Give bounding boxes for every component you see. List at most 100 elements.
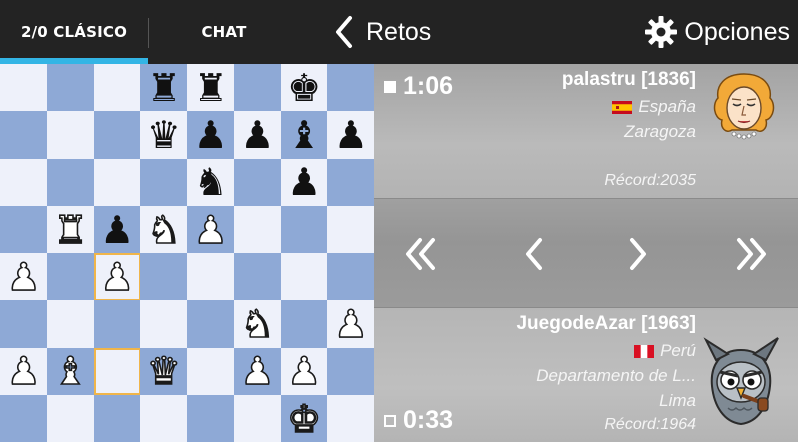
- square-d5[interactable]: ♞: [140, 205, 188, 254]
- square-f4[interactable]: [233, 253, 281, 301]
- tab-game-classic[interactable]: 2/0 CLÁSICO: [0, 0, 148, 64]
- square-h2[interactable]: [327, 347, 374, 396]
- square-c5[interactable]: ♟: [93, 205, 141, 254]
- square-e8[interactable]: ♜: [187, 64, 235, 112]
- square-b8[interactable]: [46, 64, 94, 112]
- square-d3[interactable]: [140, 300, 188, 348]
- square-c1[interactable]: [93, 394, 141, 442]
- square-f3[interactable]: ♞: [233, 300, 281, 348]
- square-f7[interactable]: ♟: [233, 111, 281, 159]
- square-d6[interactable]: [140, 158, 188, 207]
- black-pawn-icon[interactable]: ♟: [334, 116, 368, 154]
- white-bishop-icon[interactable]: ♝: [53, 352, 89, 392]
- black-queen-icon[interactable]: ♛: [147, 116, 181, 154]
- square-a1[interactable]: [0, 394, 48, 442]
- square-a4[interactable]: ♟: [0, 253, 48, 301]
- woman-avatar-icon[interactable]: [704, 68, 784, 148]
- square-a8[interactable]: [0, 64, 48, 112]
- square-g4[interactable]: [280, 253, 328, 301]
- back-button[interactable]: Retos: [326, 8, 431, 56]
- square-e5[interactable]: ♟: [187, 205, 235, 254]
- square-e1[interactable]: [187, 394, 235, 442]
- white-pawn-icon[interactable]: ♟: [6, 352, 42, 392]
- white-pawn-icon[interactable]: ♟: [99, 257, 135, 297]
- black-bishop-icon[interactable]: ♝: [287, 116, 321, 154]
- square-f6[interactable]: [233, 158, 281, 207]
- square-g3[interactable]: [280, 300, 328, 348]
- square-e4[interactable]: [187, 253, 235, 301]
- square-g1[interactable]: ♚: [280, 394, 328, 442]
- square-d1[interactable]: [140, 394, 188, 442]
- last-move-button[interactable]: [722, 229, 782, 279]
- square-b6[interactable]: [46, 158, 94, 207]
- options-button[interactable]: Opciones: [644, 8, 790, 56]
- square-a6[interactable]: [0, 158, 48, 207]
- square-h7[interactable]: ♟: [327, 111, 374, 159]
- square-e7[interactable]: ♟: [187, 111, 235, 159]
- square-c3[interactable]: [93, 300, 141, 348]
- square-g2[interactable]: ♟: [280, 347, 328, 396]
- square-g5[interactable]: [280, 205, 328, 254]
- white-pawn-icon[interactable]: ♟: [6, 257, 42, 297]
- white-knight-icon[interactable]: ♞: [146, 210, 182, 250]
- chess-board[interactable]: ♜ ♜ ♚ ♛ ♟ ♟ ♝ ♟ ♞ ♟ ♜ ♟ ♞ ♟ ♟ ♟ ♞ ♟ ♟ ♝ ♛ ♟ ♟ ♚: [0, 64, 374, 442]
- square-d2[interactable]: ♛: [140, 347, 188, 396]
- square-c6[interactable]: [93, 158, 141, 207]
- black-rook-icon[interactable]: ♜: [147, 69, 181, 107]
- square-h1[interactable]: [327, 394, 374, 442]
- square-d7[interactable]: ♛: [140, 111, 188, 159]
- square-d4[interactable]: [140, 253, 188, 301]
- white-pawn-icon[interactable]: ♟: [240, 352, 276, 392]
- square-a2[interactable]: ♟: [0, 347, 48, 396]
- white-pawn-icon[interactable]: ♟: [333, 304, 369, 344]
- black-pawn-icon[interactable]: ♟: [194, 116, 228, 154]
- square-a3[interactable]: [0, 300, 48, 348]
- square-h3[interactable]: ♟: [327, 300, 374, 348]
- black-pawn-icon[interactable]: ♟: [100, 211, 134, 249]
- square-g8[interactable]: ♚: [280, 64, 328, 112]
- square-g7[interactable]: ♝: [280, 111, 328, 159]
- square-c2[interactable]: [93, 347, 141, 396]
- square-e3[interactable]: [187, 300, 235, 348]
- square-h4[interactable]: [327, 253, 374, 301]
- square-a5[interactable]: [0, 205, 48, 254]
- white-king-icon[interactable]: ♚: [286, 399, 322, 439]
- square-f8[interactable]: [233, 64, 281, 112]
- opponent-name[interactable]: palastru [1836]: [562, 69, 696, 91]
- square-f5[interactable]: [233, 205, 281, 254]
- square-b5[interactable]: ♜: [46, 205, 94, 254]
- white-knight-icon[interactable]: ♞: [240, 304, 276, 344]
- owl-avatar-icon[interactable]: [698, 336, 784, 428]
- black-pawn-icon[interactable]: ♟: [240, 116, 274, 154]
- square-h6[interactable]: [327, 158, 374, 207]
- square-g6[interactable]: ♟: [280, 158, 328, 207]
- tab-chat[interactable]: CHAT: [150, 0, 298, 64]
- square-f1[interactable]: [233, 394, 281, 442]
- next-move-button[interactable]: [608, 229, 668, 279]
- square-a7[interactable]: [0, 111, 48, 159]
- square-c4[interactable]: ♟: [93, 253, 141, 301]
- white-pawn-icon[interactable]: ♟: [193, 210, 229, 250]
- square-b7[interactable]: [46, 111, 94, 159]
- square-b1[interactable]: [46, 394, 94, 442]
- square-h5[interactable]: [327, 205, 374, 254]
- white-queen-icon[interactable]: ♛: [146, 352, 182, 392]
- square-h8[interactable]: [327, 64, 374, 112]
- square-e2[interactable]: [187, 347, 235, 396]
- black-king-icon[interactable]: ♚: [287, 69, 321, 107]
- square-b4[interactable]: [46, 253, 94, 301]
- black-pawn-icon[interactable]: ♟: [287, 163, 321, 201]
- self-name[interactable]: JuegodeAzar [1963]: [516, 313, 696, 335]
- previous-move-button[interactable]: [504, 229, 564, 279]
- black-knight-icon[interactable]: ♞: [194, 163, 228, 201]
- black-rook-icon[interactable]: ♜: [194, 69, 228, 107]
- square-f2[interactable]: ♟: [233, 347, 281, 396]
- square-e6[interactable]: ♞: [187, 158, 235, 207]
- square-c7[interactable]: [93, 111, 141, 159]
- square-d8[interactable]: ♜: [140, 64, 188, 112]
- first-move-button[interactable]: [390, 229, 450, 279]
- square-c8[interactable]: [93, 64, 141, 112]
- white-pawn-icon[interactable]: ♟: [286, 352, 322, 392]
- square-b3[interactable]: [46, 300, 94, 348]
- square-b2[interactable]: ♝: [46, 347, 94, 396]
